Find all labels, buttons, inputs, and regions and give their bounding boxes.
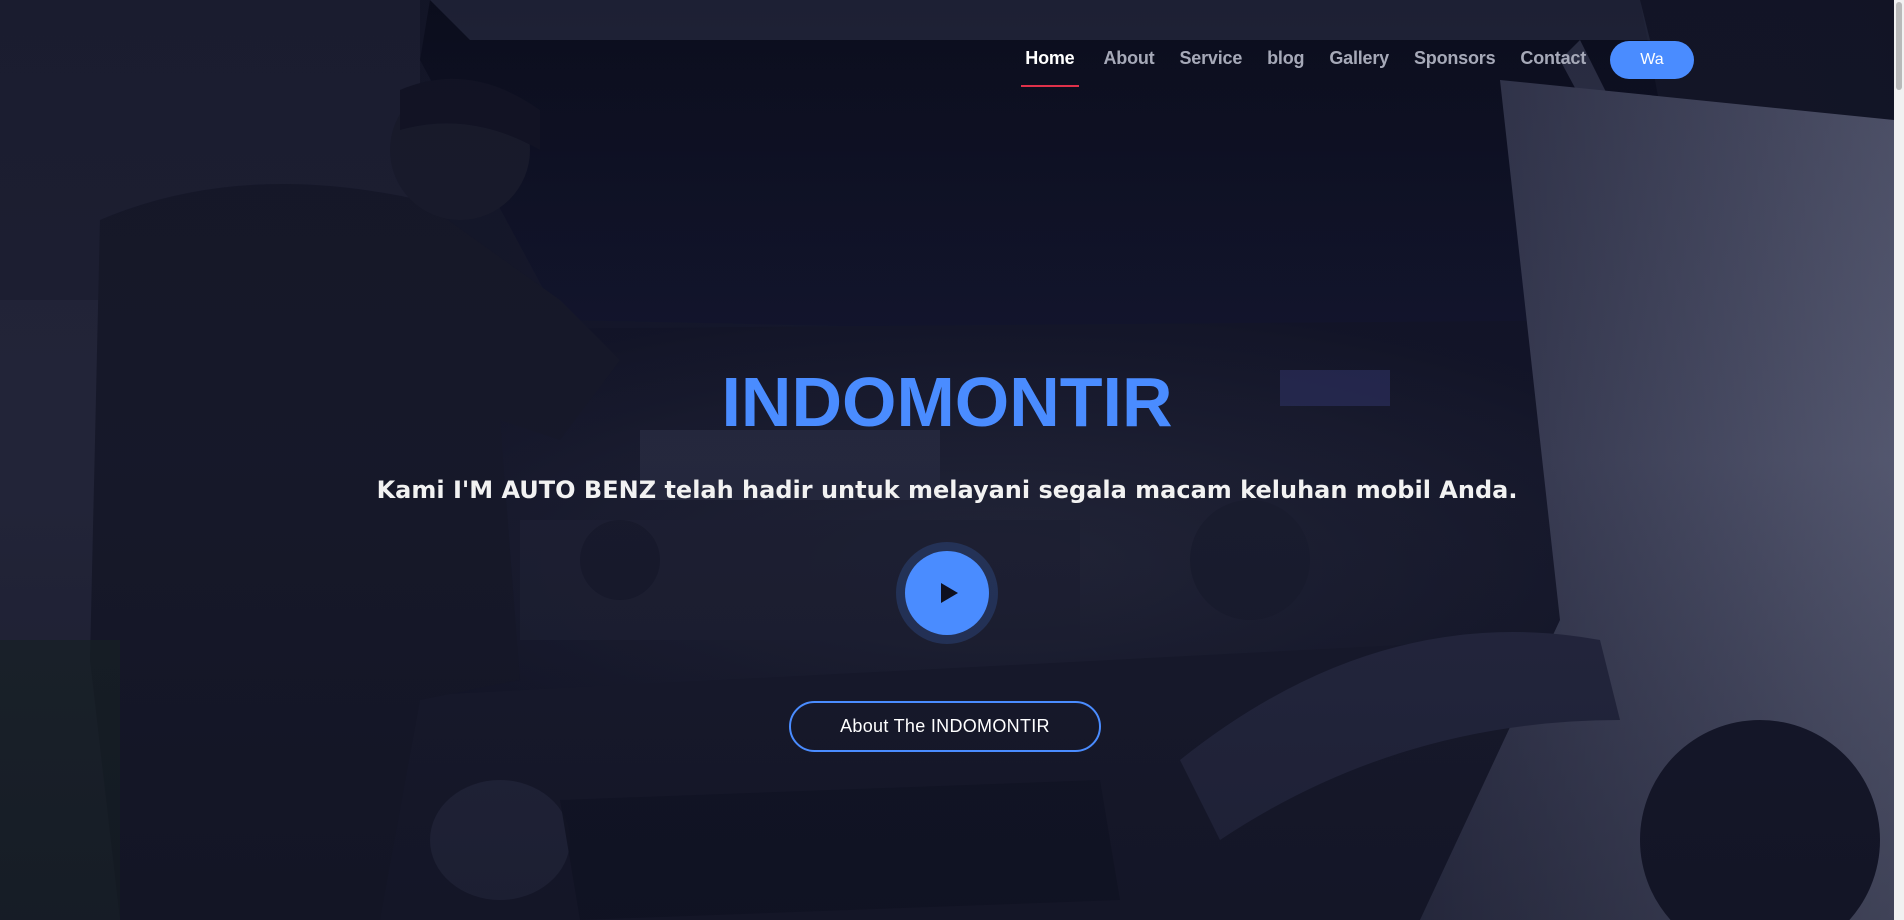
nav-blog-link[interactable]: blog — [1267, 38, 1304, 81]
nav-contact-link[interactable]: Contact — [1520, 38, 1586, 81]
whatsapp-button[interactable]: Wa — [1610, 40, 1694, 79]
hero-dark-overlay — [0, 0, 1894, 920]
nav-gallery-link[interactable]: Gallery — [1329, 38, 1389, 81]
nav-home-link[interactable]: Home — [1021, 38, 1079, 87]
nav-about-link[interactable]: About — [1104, 38, 1155, 81]
play-button-circle — [905, 551, 989, 635]
play-icon — [941, 583, 958, 603]
about-indomontir-button[interactable]: About The INDOMONTIR — [789, 701, 1101, 752]
page-scrollbar[interactable] — [1894, 0, 1904, 920]
hero-section: Home About Service blog Gallery Sponsors… — [0, 0, 1894, 920]
nav-menu: Home About Service blog Gallery Sponsors… — [1021, 38, 1694, 87]
hero-title: INDOMONTIR — [721, 363, 1173, 441]
nav-service-link[interactable]: Service — [1179, 38, 1242, 81]
nav-sponsors-link[interactable]: Sponsors — [1414, 38, 1496, 81]
play-video-button[interactable] — [896, 542, 998, 644]
top-navbar: Home About Service blog Gallery Sponsors… — [0, 0, 1894, 112]
hero-subtitle: Kami I'M AUTO BENZ telah hadir untuk mel… — [376, 476, 1518, 504]
scrollbar-thumb[interactable] — [1896, 2, 1902, 90]
